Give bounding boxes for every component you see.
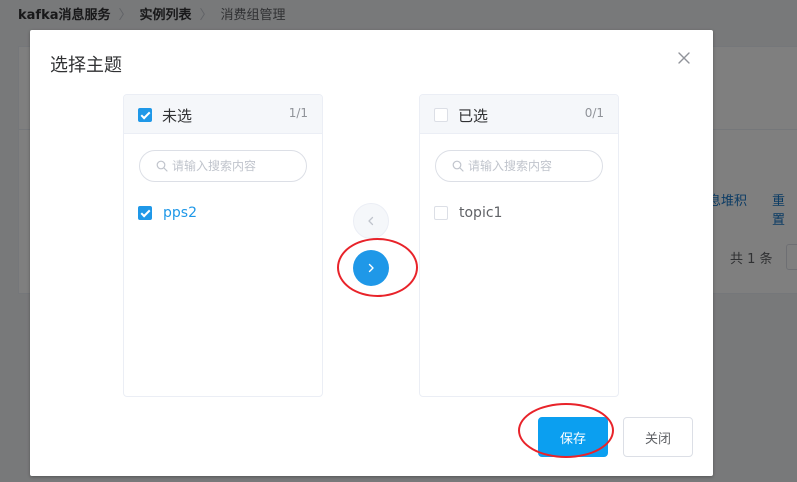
selected-search-box[interactable] [435,150,603,182]
unselected-panel-title: 未选 [162,107,193,125]
chevron-left-icon [368,216,374,226]
item-checkbox-pps2[interactable] [138,206,152,220]
dialog-title: 选择主题 [50,55,122,76]
selected-search-input[interactable] [468,159,598,173]
save-button[interactable]: 保存 [538,417,608,457]
item-label-pps2[interactable]: pps2 [163,205,197,221]
unselected-search-input[interactable] [172,159,302,173]
unselected-panel: 未选 1/1 pps2 [123,94,323,397]
unselected-search-box[interactable] [139,150,307,182]
list-item[interactable]: topic1 [434,203,502,223]
select-topic-dialog: 选择主题 未选 1/1 pps2 已选 0/1 [30,30,713,476]
unselected-select-all-checkbox[interactable] [138,108,152,122]
close-icon[interactable] [676,50,692,66]
chevron-right-icon [368,263,374,273]
item-checkbox-topic1[interactable] [434,206,448,220]
unselected-panel-count: 1/1 [288,106,308,120]
selected-select-all-checkbox[interactable] [434,108,448,122]
list-item[interactable]: pps2 [138,203,197,223]
move-right-button[interactable] [353,250,389,286]
close-button[interactable]: 关闭 [623,417,693,457]
move-left-button[interactable] [353,203,389,239]
selected-panel: 已选 0/1 topic1 [419,94,619,397]
selected-panel-title: 已选 [458,107,489,125]
search-icon [156,160,168,172]
unselected-panel-header: 未选 1/1 [124,95,322,134]
search-icon [452,160,464,172]
selected-panel-count: 0/1 [584,106,604,120]
item-label-topic1[interactable]: topic1 [459,205,502,221]
selected-panel-header: 已选 0/1 [420,95,618,134]
